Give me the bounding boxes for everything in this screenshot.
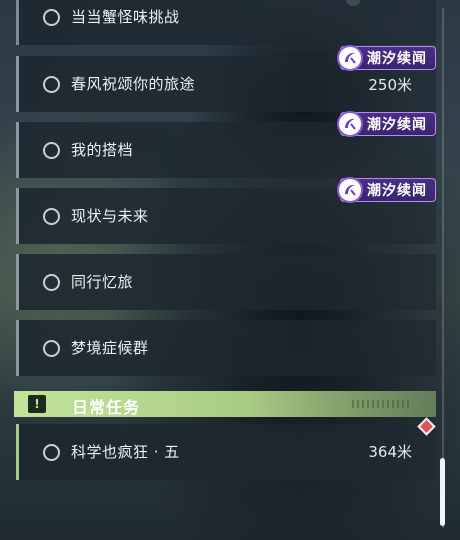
quest-item-5[interactable]: 梦境症候群 xyxy=(16,320,436,376)
crescent-tide-icon xyxy=(337,111,363,137)
quest-name: 梦境症候群 xyxy=(71,339,149,357)
quest-status-icon xyxy=(43,76,60,93)
quest-distance: 364米 xyxy=(368,443,412,461)
quest-name: 现状与未来 xyxy=(71,207,149,225)
quest-name: 科学也疯狂 · 五 xyxy=(71,443,180,461)
quest-item-0[interactable]: 当当蟹怪味挑战 xyxy=(16,0,436,45)
scrollbar-track[interactable] xyxy=(442,8,444,528)
crescent-tide-icon xyxy=(337,45,363,71)
quest-name: 我的搭档 xyxy=(71,141,134,159)
tide-story-tag: 潮汐续闻 xyxy=(337,177,436,203)
tide-story-tag: 潮汐续闻 xyxy=(337,111,436,137)
quest-list: 当当蟹怪味挑战 春风祝颂你的旅途 250米 潮汐续闻 我的搭档 潮汐续闻 现状与… xyxy=(0,0,460,540)
tag-label: 潮汐续闻 xyxy=(367,51,427,67)
tide-story-tag: 潮汐续闻 xyxy=(337,45,436,71)
tag-label: 潮汐续闻 xyxy=(367,183,427,199)
daily-quests-header[interactable]: ! 日常任务 xyxy=(14,391,436,417)
crescent-tide-icon xyxy=(337,177,363,203)
quest-name: 同行忆旅 xyxy=(71,273,134,291)
daily-quest-item-0[interactable]: 科学也疯狂 · 五 364米 xyxy=(16,424,436,480)
section-decoration xyxy=(352,400,412,408)
quest-status-icon xyxy=(43,274,60,291)
quest-status-icon xyxy=(43,444,60,461)
quest-status-icon xyxy=(43,142,60,159)
exclamation-icon: ! xyxy=(28,395,46,413)
quest-status-icon xyxy=(43,340,60,357)
quest-distance: 250米 xyxy=(368,76,412,94)
quest-name: 当当蟹怪味挑战 xyxy=(71,8,180,26)
quest-name: 春风祝颂你的旅途 xyxy=(71,75,196,93)
scrollbar-thumb[interactable] xyxy=(440,458,445,526)
quest-status-icon xyxy=(43,208,60,225)
quest-status-icon xyxy=(43,9,60,26)
quest-item-4[interactable]: 同行忆旅 xyxy=(16,254,436,310)
section-title: 日常任务 xyxy=(72,398,141,417)
tag-label: 潮汐续闻 xyxy=(367,117,427,133)
